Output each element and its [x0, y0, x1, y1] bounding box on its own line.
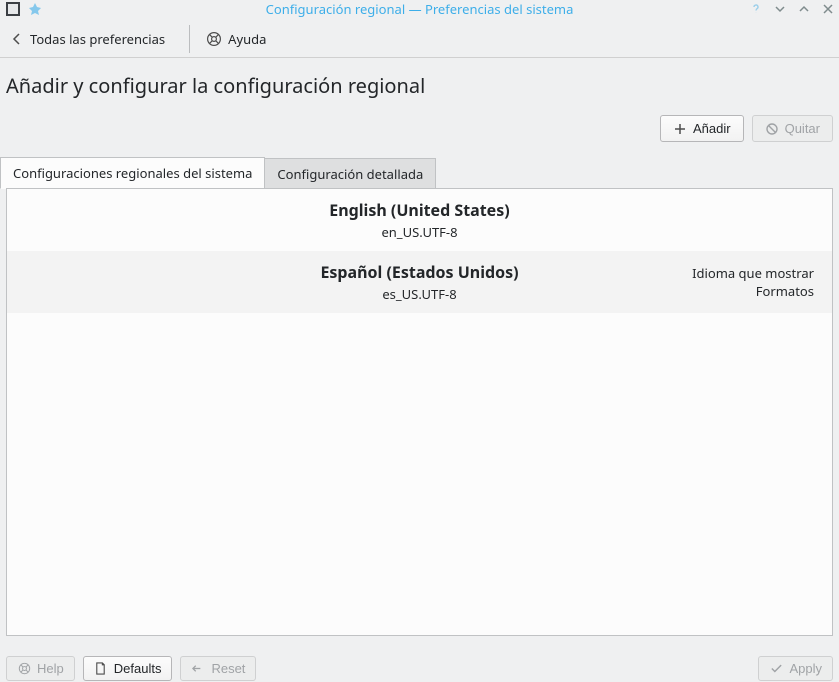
action-row: Añadir Quitar — [0, 109, 839, 156]
forbidden-icon — [765, 122, 779, 136]
defaults-button[interactable]: Defaults — [83, 656, 173, 681]
page-title: Añadir y configurar la configuración reg… — [0, 58, 839, 109]
reset-label: Reset — [211, 661, 245, 676]
chevron-left-icon — [10, 32, 24, 46]
locale-main: English (United States) en_US.UTF-8 — [205, 199, 634, 241]
plus-icon — [673, 122, 687, 136]
close-icon[interactable] — [821, 2, 835, 16]
tabs: Configuraciones regionales del sistema C… — [0, 156, 839, 188]
lifebuoy-icon — [17, 661, 31, 675]
tab-detailed-config[interactable]: Configuración detallada — [265, 158, 436, 189]
undo-icon — [191, 661, 205, 675]
locale-meta: Idioma que mostrar Formatos — [634, 264, 814, 300]
locale-name: Español (Estados Unidos) — [205, 261, 634, 283]
titlebar: Configuración regional — Preferencias de… — [0, 0, 839, 18]
tab-label: Configuración detallada — [277, 165, 423, 183]
help-btn-label: Help — [37, 661, 64, 676]
window-title: Configuración regional — Preferencias de… — [0, 0, 839, 18]
titlebar-controls — [749, 2, 835, 16]
tab-system-locales[interactable]: Configuraciones regionales del sistema — [0, 157, 265, 189]
locale-code: en_US.UTF-8 — [205, 223, 634, 241]
pin-icon[interactable] — [28, 2, 42, 16]
app-icon — [6, 2, 20, 16]
add-label: Añadir — [693, 121, 731, 136]
remove-label: Quitar — [785, 121, 820, 136]
tab-label: Configuraciones regionales del sistema — [13, 164, 252, 182]
locale-meta-2: Formatos — [634, 282, 814, 300]
check-icon — [769, 661, 783, 675]
locale-name: English (United States) — [205, 199, 634, 221]
help-label: Ayuda — [228, 30, 266, 48]
apply-label: Apply — [789, 661, 822, 676]
locale-row[interactable]: Español (Estados Unidos) es_US.UTF-8 Idi… — [7, 251, 832, 313]
toolbar-separator — [189, 25, 190, 53]
locale-meta-1: Idioma que mostrar — [634, 264, 814, 282]
apply-button: Apply — [758, 656, 833, 681]
toolbar-help[interactable]: Ayuda — [200, 26, 272, 52]
back-all-preferences[interactable]: Todas las preferencias — [4, 26, 171, 52]
locale-list[interactable]: English (United States) en_US.UTF-8 Espa… — [6, 188, 833, 636]
maximize-icon[interactable] — [797, 2, 811, 16]
locale-row[interactable]: English (United States) en_US.UTF-8 — [7, 189, 832, 251]
remove-button: Quitar — [752, 115, 833, 142]
locale-main: Español (Estados Unidos) es_US.UTF-8 — [205, 261, 634, 303]
defaults-label: Defaults — [114, 661, 162, 676]
bottombar: Help Defaults Reset Apply — [0, 654, 839, 682]
toolbar: Todas las preferencias Ayuda — [0, 20, 839, 58]
titlebar-left — [6, 2, 42, 16]
add-button[interactable]: Añadir — [660, 115, 744, 142]
document-icon — [94, 661, 108, 675]
lifebuoy-icon — [206, 31, 222, 47]
minimize-icon[interactable] — [773, 2, 787, 16]
back-label: Todas las preferencias — [30, 30, 165, 48]
locale-code: es_US.UTF-8 — [205, 285, 634, 303]
help-titlebar-icon[interactable] — [749, 2, 763, 16]
reset-button: Reset — [180, 656, 256, 681]
help-button: Help — [6, 656, 75, 681]
